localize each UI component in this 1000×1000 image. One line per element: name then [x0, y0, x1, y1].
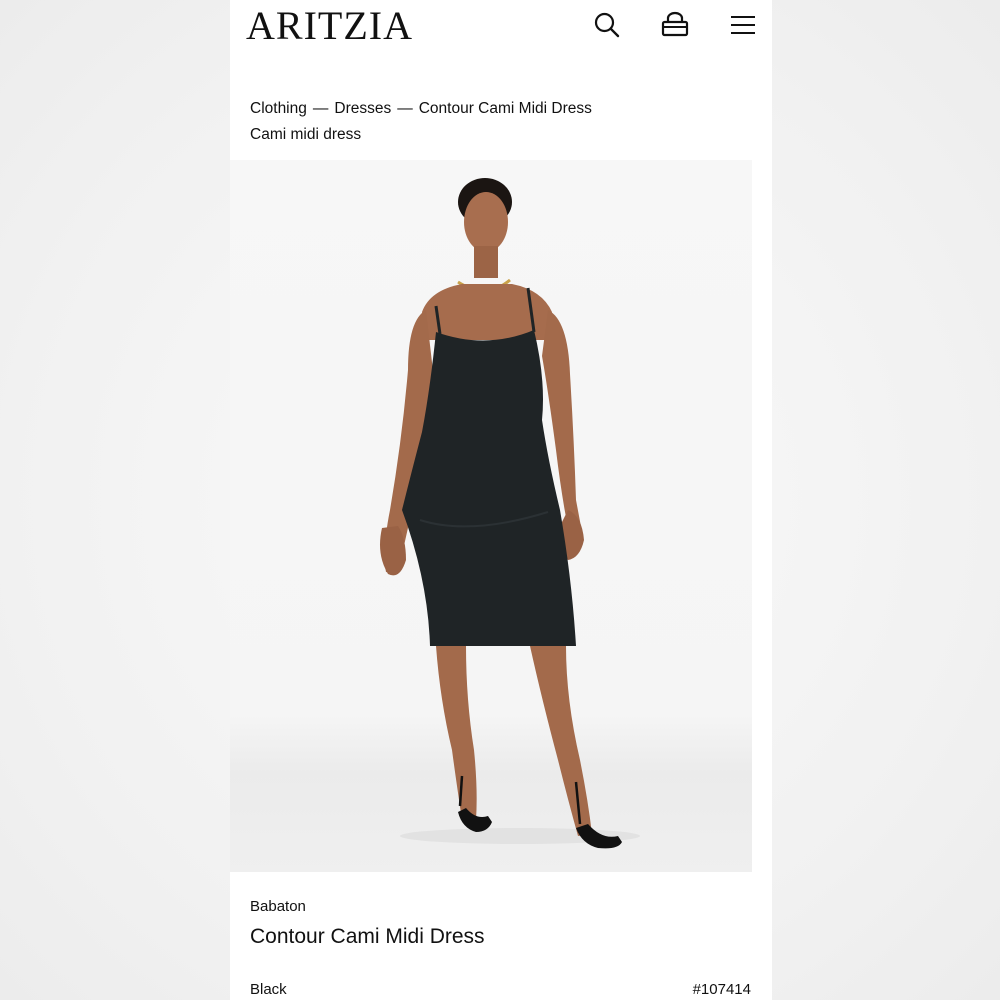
model-wearing-dress-image [380, 178, 640, 849]
product-name: Contour Cami Midi Dress [250, 925, 485, 948]
search-button[interactable] [590, 8, 624, 42]
menu-button[interactable] [726, 8, 760, 42]
product-subtitle: Cami midi dress [250, 126, 362, 143]
bag-button[interactable] [658, 8, 692, 42]
breadcrumb: Clothing — Dresses — Contour Cami Midi Dress [250, 99, 592, 119]
breadcrumb-separator: — [312, 100, 329, 117]
breadcrumb-current-product[interactable]: Contour Cami Midi Dress [419, 100, 592, 117]
bag-icon [661, 11, 689, 37]
breadcrumb-dresses[interactable]: Dresses [334, 100, 391, 117]
product-page: ARITZIA Clothing — Dresses — Contour Cami Mi… [230, 0, 772, 1000]
menu-icon [731, 16, 755, 34]
breadcrumb-separator: — [397, 100, 413, 117]
product-image[interactable] [230, 160, 772, 872]
search-icon [594, 12, 620, 38]
brand-logo[interactable]: ARITZIA [246, 2, 413, 50]
product-brand[interactable]: Babaton [250, 897, 306, 917]
product-color: Black [250, 981, 287, 998]
product-sku: #107414 [692, 981, 751, 998]
image-edge [752, 160, 772, 872]
site-header: ARITZIA [230, 0, 772, 60]
breadcrumb-clothing[interactable]: Clothing [250, 100, 307, 117]
